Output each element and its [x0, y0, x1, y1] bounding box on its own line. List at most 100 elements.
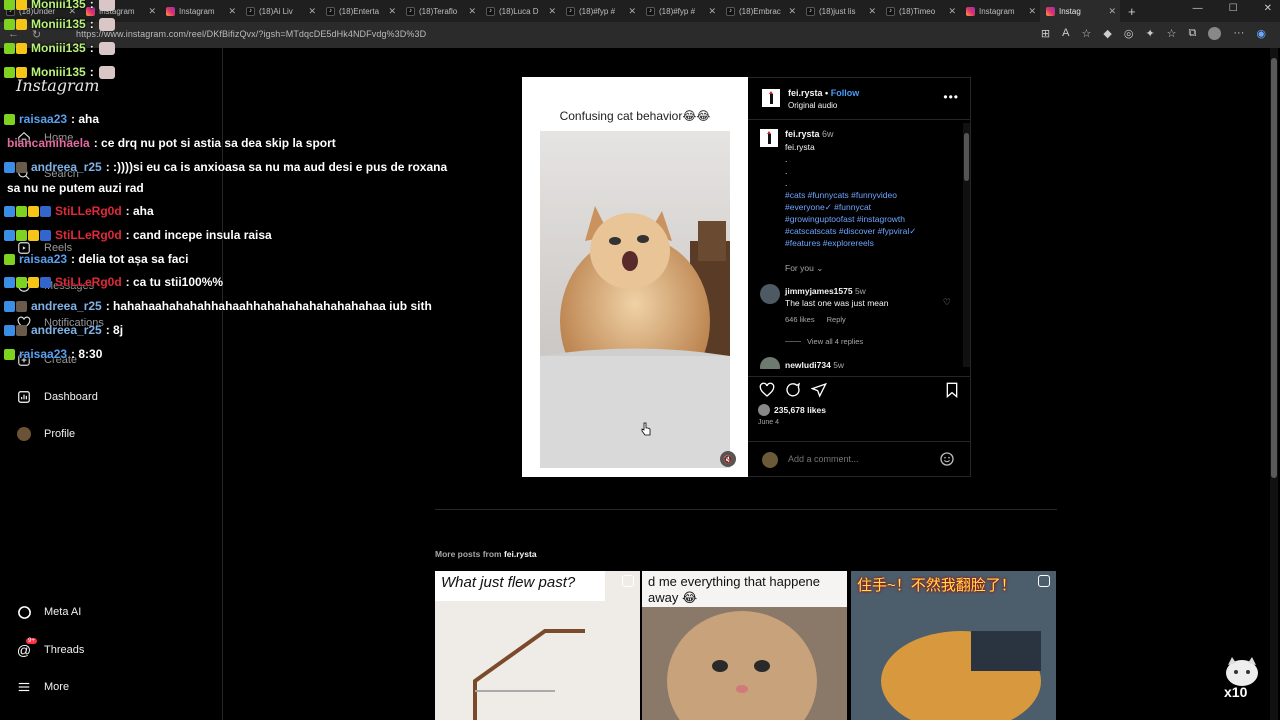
chat-username[interactable]: raisaa23: [19, 111, 67, 127]
new-tab-button[interactable]: +: [1128, 4, 1136, 19]
hand-cursor-icon: [641, 422, 651, 436]
chat-badge-icon: [16, 0, 27, 10]
avatar: [762, 452, 778, 468]
post-thumbnail[interactable]: What just flew past?: [435, 571, 640, 720]
chat-message: andreea_r25: hahahaahahahahhahaahhahahah…: [4, 298, 432, 314]
post-actions: 235,678 likes June 4: [748, 376, 971, 431]
like-icon[interactable]: [758, 381, 776, 399]
follow-button[interactable]: Follow: [831, 88, 860, 98]
comment-time: 5w: [833, 360, 845, 369]
chat-username[interactable]: raisaa23: [19, 346, 67, 362]
more-posts-user[interactable]: fei.rysta: [504, 549, 537, 559]
browser-tab[interactable]: Instagram ✕: [960, 0, 1040, 22]
view-replies-button[interactable]: View all 4 replies: [785, 337, 863, 346]
post-thumbnail[interactable]: d me everything that happene away 😂: [642, 571, 847, 720]
share-icon[interactable]: [810, 381, 828, 399]
chat-username[interactable]: Moniii135: [31, 64, 86, 80]
chat-username[interactable]: andreea_r25: [31, 322, 102, 338]
favorite-star-icon[interactable]: ☆: [1081, 27, 1091, 40]
maximize-icon[interactable]: ☐: [1229, 3, 1238, 14]
post-thumbnail[interactable]: 住手~！不然我翻脸了！: [851, 571, 1056, 720]
emoji-icon[interactable]: [939, 451, 955, 467]
section-divider: [435, 509, 1057, 510]
comment-username[interactable]: newludi734: [785, 360, 831, 369]
nav-profile[interactable]: Profile: [16, 424, 75, 444]
add-comment-bar: [748, 441, 971, 478]
chat-username[interactable]: StiLLeRg0d: [55, 274, 122, 290]
nav-label: Threads: [44, 644, 85, 656]
chat-username[interactable]: StiLLeRg0d: [55, 227, 122, 243]
comment-username[interactable]: jimmyjames1575: [785, 286, 853, 296]
browser-tab[interactable]: ♪ (18)Embrac ✕: [720, 0, 800, 22]
hashtags[interactable]: #cats #funnycats #funnyvideo #everyone✓ …: [785, 189, 916, 249]
close-tab-icon[interactable]: ✕: [628, 6, 636, 17]
chat-badge-icon: [4, 18, 15, 30]
browser-tab[interactable]: ♪ (18)just lis ✕: [800, 0, 880, 22]
close-tab-icon[interactable]: ✕: [1028, 6, 1036, 17]
chat-username[interactable]: andreea_r25: [31, 159, 102, 175]
close-window-icon[interactable]: ✕: [1264, 3, 1272, 14]
browser-tab[interactable]: ♪ (18)Timeo ✕: [880, 0, 960, 22]
close-tab-icon[interactable]: ✕: [708, 6, 716, 17]
minimize-icon[interactable]: —: [1193, 3, 1203, 14]
author-username[interactable]: fei.rysta: [788, 88, 823, 98]
favorites-icon[interactable]: ☆: [1167, 27, 1177, 40]
close-tab-icon[interactable]: ✕: [1108, 6, 1116, 17]
browser-tab[interactable]: Instag ✕: [1040, 0, 1120, 22]
nav-threads[interactable]: @ 9+ Threads: [16, 638, 85, 660]
comments-list[interactable]: fei.rysta 6w fei.rysta . . . #cats #funn…: [748, 121, 971, 369]
refresh-extension-icon[interactable]: ◎: [1124, 27, 1134, 40]
close-tab-icon[interactable]: ✕: [788, 6, 796, 17]
reel-video[interactable]: [540, 131, 730, 468]
extension-icon[interactable]: ◆: [1103, 27, 1111, 40]
likes-count[interactable]: 235,678 likes: [758, 404, 826, 416]
page-scrollbar[interactable]: [1270, 48, 1278, 720]
toolbar-icons: ⊞ A ☆ ◆ ◎ ✦ ☆ ⧉ ··· ◉: [1041, 27, 1266, 40]
author-avatar[interactable]: [762, 89, 780, 107]
comment-time: 5w: [854, 286, 866, 296]
audio-label[interactable]: Original audio: [788, 101, 837, 110]
media-caption: Confusing cat behavior😂😂: [559, 109, 711, 123]
chat-text: : :))))si eu ca is anxioasa sa nu ma aud…: [105, 160, 448, 174]
chat-username[interactable]: Moniii135: [31, 16, 86, 32]
comments-scrollbar[interactable]: [963, 123, 970, 367]
apps-icon[interactable]: ⊞: [1041, 27, 1050, 40]
copilot-icon[interactable]: ◉: [1256, 27, 1266, 40]
chat-username[interactable]: raisaa23: [19, 251, 67, 267]
comment-input[interactable]: [788, 454, 928, 464]
comment-like-icon[interactable]: ♡: [943, 297, 951, 308]
close-tab-icon[interactable]: ✕: [868, 6, 876, 17]
browser-tab[interactable]: ♪ (18)#fyp # ✕: [560, 0, 640, 22]
comment-avatar[interactable]: [760, 357, 780, 369]
puzzle-icon[interactable]: ✦: [1145, 27, 1154, 40]
tab-label: Instagram: [979, 6, 1015, 16]
reel-icon: [1038, 575, 1050, 587]
for-you-dropdown[interactable]: For you ⌄: [785, 263, 823, 274]
nav-dashboard[interactable]: Dashboard: [16, 387, 98, 407]
comment-likes[interactable]: 646 likes: [785, 315, 815, 324]
volume-icon[interactable]: 🔇: [720, 451, 736, 467]
save-icon[interactable]: [943, 381, 961, 399]
close-tab-icon[interactable]: ✕: [948, 6, 956, 17]
nav-meta-ai[interactable]: Meta AI: [16, 602, 81, 622]
chat-username[interactable]: Moniii135: [31, 40, 86, 56]
chat-username[interactable]: Moniii135: [31, 0, 86, 12]
chat-username[interactable]: biancamihaela: [7, 135, 90, 151]
caption-username[interactable]: fei.rysta: [785, 129, 820, 139]
reel-media[interactable]: Confusing cat behavior😂😂 🔇: [522, 77, 748, 477]
chat-username[interactable]: andreea_r25: [31, 298, 102, 314]
caption-avatar[interactable]: [760, 129, 778, 147]
more-options-icon[interactable]: •••: [943, 90, 959, 104]
chat-message: Moniii135:: [4, 64, 115, 80]
reply-button[interactable]: Reply: [827, 315, 846, 324]
comment-icon[interactable]: [784, 381, 802, 399]
menu-dots-icon[interactable]: ···: [1233, 27, 1244, 40]
read-aloud-icon[interactable]: A: [1062, 27, 1069, 40]
collections-icon[interactable]: ⧉: [1189, 27, 1197, 40]
nav-more[interactable]: More: [16, 677, 69, 697]
comment-avatar[interactable]: [760, 284, 780, 304]
close-tab-icon[interactable]: ✕: [548, 6, 556, 17]
profile-avatar[interactable]: [1208, 27, 1222, 40]
browser-tab[interactable]: ♪ (18)#fyp # ✕: [640, 0, 720, 22]
chat-username[interactable]: StiLLeRg0d: [55, 203, 122, 219]
